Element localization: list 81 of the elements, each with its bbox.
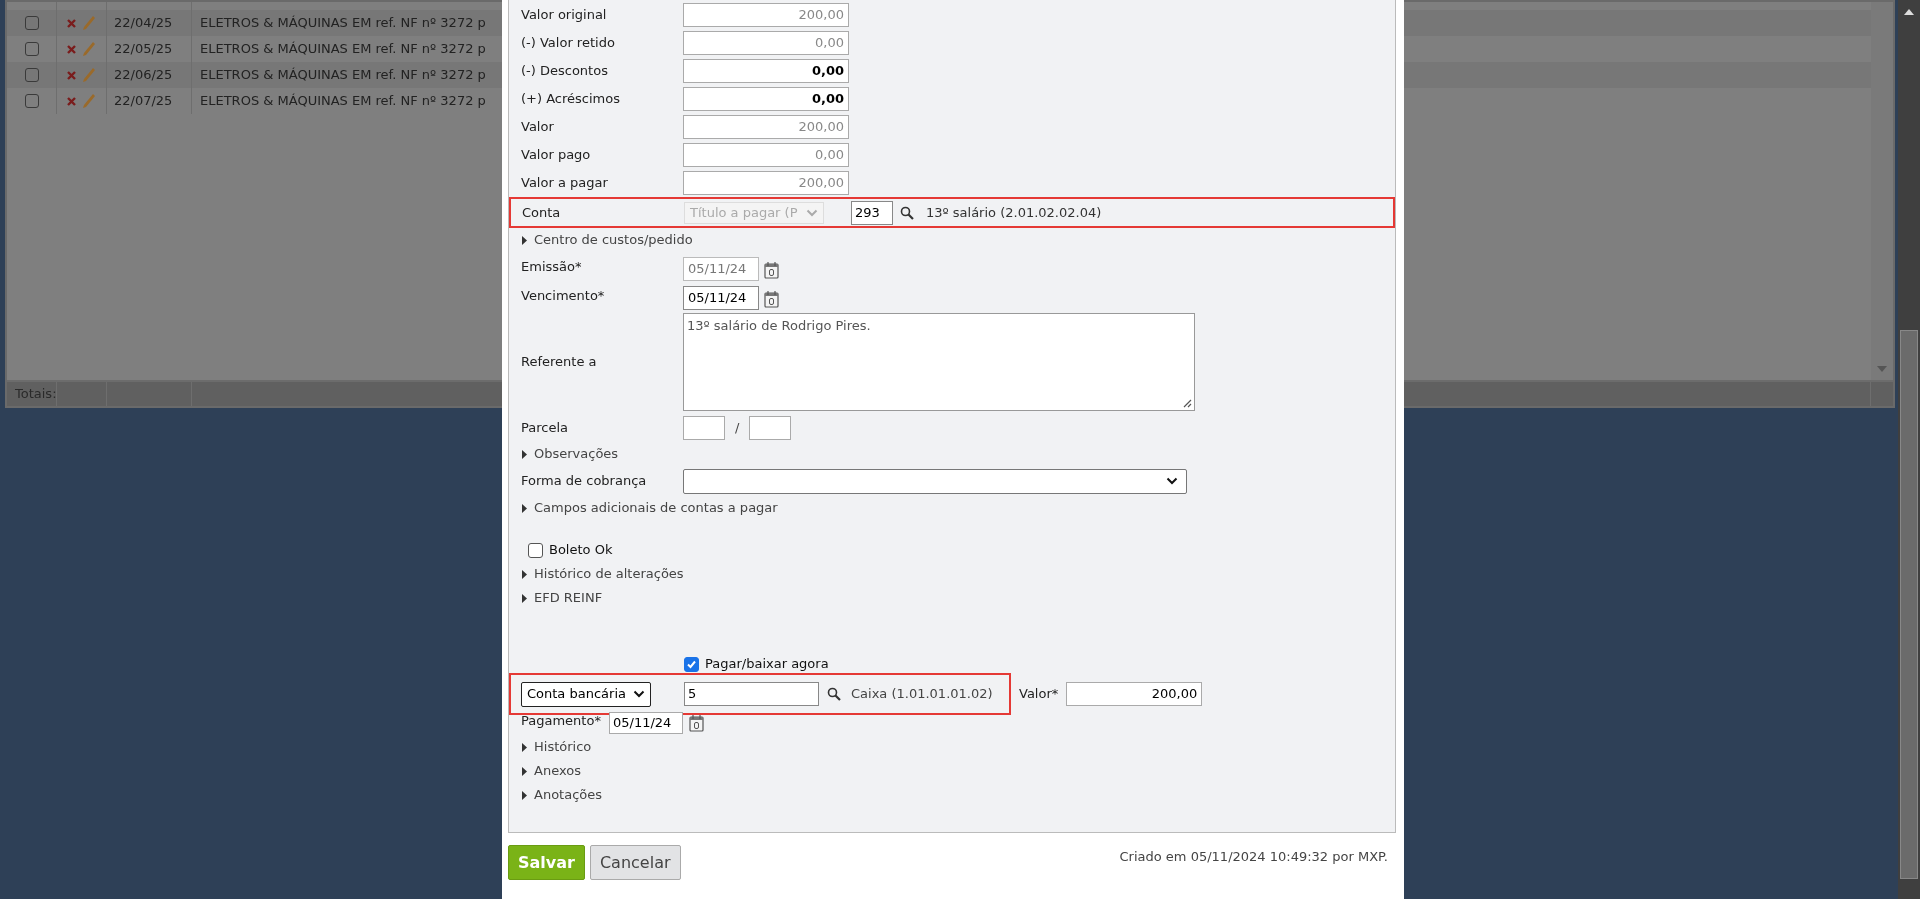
caret-icon	[521, 449, 527, 459]
description-cell-text: ELETROS & MÁQUINAS EM ref. NF nº 3272 p	[199, 92, 486, 111]
field-label: Forma de cobrança	[521, 472, 648, 491]
caret-icon	[521, 235, 527, 245]
chevron-down-icon	[806, 208, 818, 217]
calendar-icon[interactable]	[689, 714, 705, 732]
date-cell-text: 22/05/25	[114, 40, 173, 59]
field-label: Pagamento*	[521, 712, 602, 730]
scroll-down-icon[interactable]	[1877, 366, 1887, 372]
collapsible-section[interactable]: Histórico de alterações	[521, 562, 684, 586]
amount-field[interactable]: 0,00	[683, 59, 849, 83]
scroll-up-icon[interactable]	[1904, 9, 1914, 15]
caret-icon	[521, 569, 527, 579]
row-checkbox[interactable]	[24, 16, 39, 30]
calendar-icon[interactable]	[764, 261, 780, 279]
installment-total-field[interactable]	[749, 415, 792, 440]
installment-field[interactable]	[683, 415, 725, 440]
caret-icon	[521, 503, 527, 513]
caret-icon	[521, 766, 527, 776]
delete-icon[interactable]	[67, 96, 76, 106]
field-label: Parcela	[521, 418, 569, 437]
page-scrollbar[interactable]	[1898, 0, 1920, 899]
delete-icon[interactable]	[67, 70, 76, 80]
delete-icon[interactable]	[67, 18, 76, 28]
date-cell-text: 22/06/25	[114, 66, 173, 85]
checkbox[interactable]	[684, 656, 699, 672]
account-code-field[interactable]: 293	[851, 200, 893, 225]
collapsible-section[interactable]: Observações	[521, 442, 619, 466]
description-cell-text: ELETROS & MÁQUINAS EM ref. NF nº 3272 p	[199, 66, 486, 85]
collapsible-section[interactable]: Centro de custos/pedido	[521, 228, 693, 252]
calendar-icon[interactable]	[764, 290, 780, 308]
resize-handle-icon[interactable]	[1183, 399, 1192, 408]
search-icon[interactable]	[827, 687, 841, 701]
field-label: Valor original	[521, 6, 608, 25]
date-field[interactable]: 05/11/24	[683, 286, 759, 310]
reference-textarea[interactable]: 13º salário de Rodrigo Pires.	[683, 313, 1195, 411]
checkbox-label: Pagar/baixar agora	[705, 655, 829, 674]
bank-account-field[interactable]: 5	[684, 682, 819, 706]
field-label: (-) Valor retido	[521, 34, 616, 53]
field-label: Emissão*	[521, 258, 583, 276]
caret-icon	[521, 742, 527, 752]
created-note: Criado em 05/11/2024 10:49:32 por MXP.	[1119, 848, 1388, 866]
description-cell-text: ELETROS & MÁQUINAS EM ref. NF nº 3272 p	[199, 40, 486, 59]
chevron-down-icon	[633, 690, 645, 698]
account-name: 13º salário (2.01.02.02.04)	[926, 203, 1102, 222]
row-checkbox[interactable]	[24, 94, 39, 108]
payment-amount-field[interactable]: 200,00	[1066, 682, 1203, 706]
field-label: (+) Acréscimos	[521, 90, 621, 109]
billing-method-select[interactable]	[683, 468, 1187, 494]
caret-icon	[521, 790, 527, 800]
row-checkbox[interactable]	[24, 68, 39, 82]
field-label: Valor a pagar	[521, 174, 609, 193]
collapsible-section[interactable]: Histórico	[521, 735, 592, 759]
chevron-down-icon	[1166, 477, 1178, 485]
collapsible-section[interactable]: Campos adicionais de contas a pagar	[521, 496, 778, 520]
collapsible-section[interactable]: EFD REINF	[521, 586, 603, 610]
cancel-button[interactable]: Cancelar	[589, 845, 681, 880]
row-checkbox[interactable]	[24, 42, 39, 56]
collapsible-section[interactable]: Anexos	[521, 759, 581, 783]
description-cell-text: ELETROS & MÁQUINAS EM ref. NF nº 3272 p	[199, 14, 486, 33]
field-label: (-) Descontos	[521, 62, 609, 81]
field-label: Vencimento*	[521, 287, 606, 305]
field-label: Valor pago	[521, 146, 592, 165]
account-type-select[interactable]: Conta bancária	[521, 681, 651, 707]
delete-icon[interactable]	[67, 44, 76, 54]
field-label: Valor	[521, 118, 555, 137]
search-icon[interactable]	[900, 205, 914, 220]
grid-scrollbar[interactable]	[1871, 2, 1893, 380]
field-label: Referente a	[521, 353, 598, 372]
caret-icon	[521, 593, 527, 603]
installment-separator: /	[735, 418, 740, 437]
amount-field[interactable]: 0,00	[683, 87, 849, 111]
collapsible-section[interactable]: Anotações	[521, 783, 603, 807]
amount-label: Valor*	[1019, 685, 1059, 704]
payment-date-field[interactable]: 05/11/24	[609, 712, 683, 734]
checkbox-label: Boleto Ok	[549, 541, 613, 560]
date-cell-text: 22/04/25	[114, 14, 173, 33]
bank-account-name: Caixa (1.01.01.01.02)	[851, 685, 993, 704]
date-cell-text: 22/07/25	[114, 92, 173, 111]
checkbox[interactable]	[528, 542, 543, 558]
field-label: Conta	[522, 203, 562, 222]
